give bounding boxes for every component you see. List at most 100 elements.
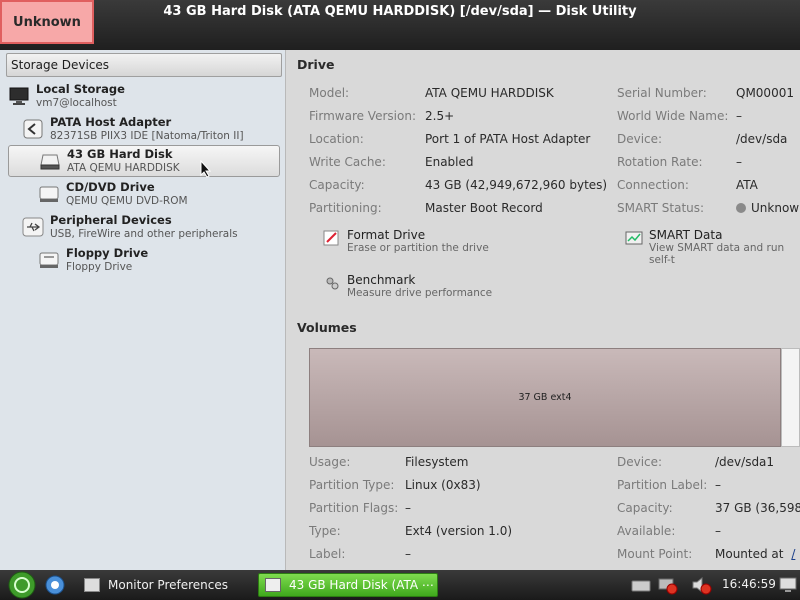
sidebar-item-pata-host-adapter[interactable]: PATA Host Adapter 82371SB PIIX3 IDE [Nat…	[22, 113, 280, 145]
mount-point-link[interactable]: /	[791, 547, 795, 561]
taskbar-disk-label: 43 GB Hard Disk (ATA ⋯	[289, 578, 434, 592]
drive-field-label: Capacity:	[309, 178, 365, 192]
smart-status-value: Unknow	[736, 201, 799, 215]
drive-field-label: SMART Status:	[617, 201, 705, 215]
drive-field-value: ATA QEMU HARDDISK	[425, 86, 554, 100]
volume-field-value: Linux (0x83)	[405, 478, 481, 492]
computer-icon	[8, 86, 30, 106]
volume-field-label: Usage:	[309, 455, 351, 469]
unknown-badge: Unknown	[0, 0, 94, 44]
volume-field-value: Filesystem	[405, 455, 469, 469]
drive-field-label: Serial Number:	[617, 86, 707, 100]
drive-field-label: Write Cache:	[309, 155, 386, 169]
keyboard-icon[interactable]	[630, 575, 652, 595]
taskbar-monitor-label: Monitor Preferences	[108, 578, 229, 592]
browser-icon[interactable]	[44, 574, 66, 596]
drive-field-value: Enabled	[425, 155, 474, 169]
volume-partition-label: 37 GB ext4	[518, 392, 572, 403]
start-menu-icon[interactable]	[6, 571, 38, 599]
mount-point-value: Mounted at /	[715, 547, 795, 561]
smart-data-icon	[625, 229, 643, 247]
drive-field-value: /dev/sda	[736, 132, 788, 146]
sidebar-item-label: Floppy Drive	[66, 246, 149, 260]
drive-section-title: Drive	[297, 57, 335, 72]
title-bar: 43 GB Hard Disk (ATA QEMU HARDDISK) [/de…	[0, 0, 800, 50]
volume-field-label: Label:	[309, 547, 346, 561]
volume-field-label: Partition Type:	[309, 478, 395, 492]
format-drive-title: Format Drive	[347, 228, 426, 242]
sidebar: Storage Devices Local Storage vm7@localh…	[0, 50, 286, 570]
sidebar-item-local-storage[interactable]: Local Storage vm7@localhost	[8, 80, 280, 112]
volume-field-label: Device:	[617, 455, 663, 469]
volume-field-label: Partition Flags:	[309, 501, 399, 515]
taskbar-monitor-preferences[interactable]: Monitor Preferences	[78, 573, 254, 597]
sidebar-item-sublabel: USB, FireWire and other peripherals	[50, 228, 238, 240]
drive-field-label: Model:	[309, 86, 350, 100]
drive-field-label: Firmware Version:	[309, 109, 416, 123]
sidebar-item-sublabel: Floppy Drive	[66, 261, 133, 273]
drive-field-value: QM00001	[736, 86, 794, 100]
volume-field-label: Available:	[617, 524, 676, 538]
volume-field-value: –	[715, 478, 721, 492]
sidebar-header[interactable]: Storage Devices	[6, 53, 282, 77]
drive-field-label: World Wide Name:	[617, 109, 729, 123]
volume-field-value: –	[405, 547, 411, 561]
drive-field-value: 43 GB (42,949,672,960 bytes)	[425, 178, 608, 192]
drive-field-value: Port 1 of PATA Host Adapter	[425, 132, 591, 146]
format-drive-subtitle: Erase or partition the drive	[347, 242, 489, 254]
volume-field-label: Mount Point:	[617, 547, 693, 561]
smart-data-title: SMART Data	[649, 228, 723, 242]
volume-partition-bar[interactable]: 37 GB ext4	[309, 348, 781, 447]
monitor-icon	[84, 578, 100, 592]
drive-field-value: 2.5+	[425, 109, 455, 123]
drive-field-label: Device:	[617, 132, 663, 146]
sidebar-item-label: Peripheral Devices	[50, 213, 172, 227]
sidebar-item-floppy-drive[interactable]: Floppy Drive Floppy Drive	[38, 244, 280, 276]
host-adapter-icon	[22, 119, 44, 139]
volume-icon[interactable]	[690, 575, 712, 595]
drive-field-value: ATA	[736, 178, 758, 192]
mouse-cursor-icon	[200, 160, 212, 178]
benchmark-button[interactable]: Benchmark Measure drive performance	[323, 273, 492, 299]
sidebar-item-label: Local Storage	[36, 82, 125, 96]
drive-field-label: Connection:	[617, 178, 689, 192]
drive-field-value: –	[736, 155, 742, 169]
volume-field-value: –	[715, 524, 721, 538]
hard-disk-icon	[265, 578, 281, 592]
sidebar-item-label: 43 GB Hard Disk	[67, 147, 173, 161]
monitor-tray-icon[interactable]	[778, 575, 800, 595]
optical-drive-icon	[38, 184, 60, 204]
status-dot-icon	[736, 203, 746, 213]
network-icon[interactable]	[656, 575, 678, 595]
sidebar-item-sublabel: vm7@localhost	[36, 97, 117, 109]
sidebar-item-label: CD/DVD Drive	[66, 180, 155, 194]
volume-field-value: 37 GB (36,598,’	[715, 501, 800, 515]
taskbar-disk-utility[interactable]: 43 GB Hard Disk (ATA ⋯	[258, 573, 438, 597]
volume-free-space[interactable]	[781, 348, 800, 447]
volume-field-value: –	[405, 501, 411, 515]
volumes-section-title: Volumes	[297, 320, 357, 335]
sidebar-item-peripheral-devices[interactable]: Peripheral Devices USB, FireWire and oth…	[22, 211, 280, 243]
clock[interactable]: 16:46:59	[722, 577, 776, 591]
drive-field-value: –	[736, 109, 742, 123]
drive-field-value: Master Boot Record	[425, 201, 543, 215]
smart-data-button[interactable]: SMART Data View SMART data and run self-…	[625, 228, 800, 266]
drive-field-label: Partitioning:	[309, 201, 382, 215]
main-panel: Drive Model: ATA QEMU HARDDISK Firmware …	[287, 50, 800, 570]
sidebar-item-sublabel: 82371SB PIIX3 IDE [Natoma/Triton II]	[50, 130, 244, 142]
benchmark-subtitle: Measure drive performance	[347, 287, 493, 299]
sidebar-item-43gb-hard-disk[interactable]: 43 GB Hard Disk ATA QEMU HARDDISK	[8, 145, 280, 177]
benchmark-icon	[323, 274, 341, 292]
taskbar: Monitor Preferences 43 GB Hard Disk (ATA…	[0, 570, 800, 600]
drive-field-label: Rotation Rate:	[617, 155, 703, 169]
format-drive-button[interactable]: Format Drive Erase or partition the driv…	[323, 228, 489, 254]
mount-point-text: Mounted at	[715, 547, 784, 561]
volume-field-value: /dev/sda1	[715, 455, 775, 469]
sidebar-item-sublabel: QEMU QEMU DVD-ROM	[66, 195, 188, 207]
sidebar-item-cd-dvd-drive[interactable]: CD/DVD Drive QEMU QEMU DVD-ROM	[38, 178, 280, 210]
volume-field-label: Capacity:	[617, 501, 673, 515]
volume-field-label: Partition Label:	[617, 478, 708, 492]
sidebar-item-sublabel: ATA QEMU HARDDISK	[67, 162, 180, 174]
floppy-drive-icon	[38, 250, 60, 270]
smart-data-subtitle: View SMART data and run self-t	[649, 242, 785, 266]
